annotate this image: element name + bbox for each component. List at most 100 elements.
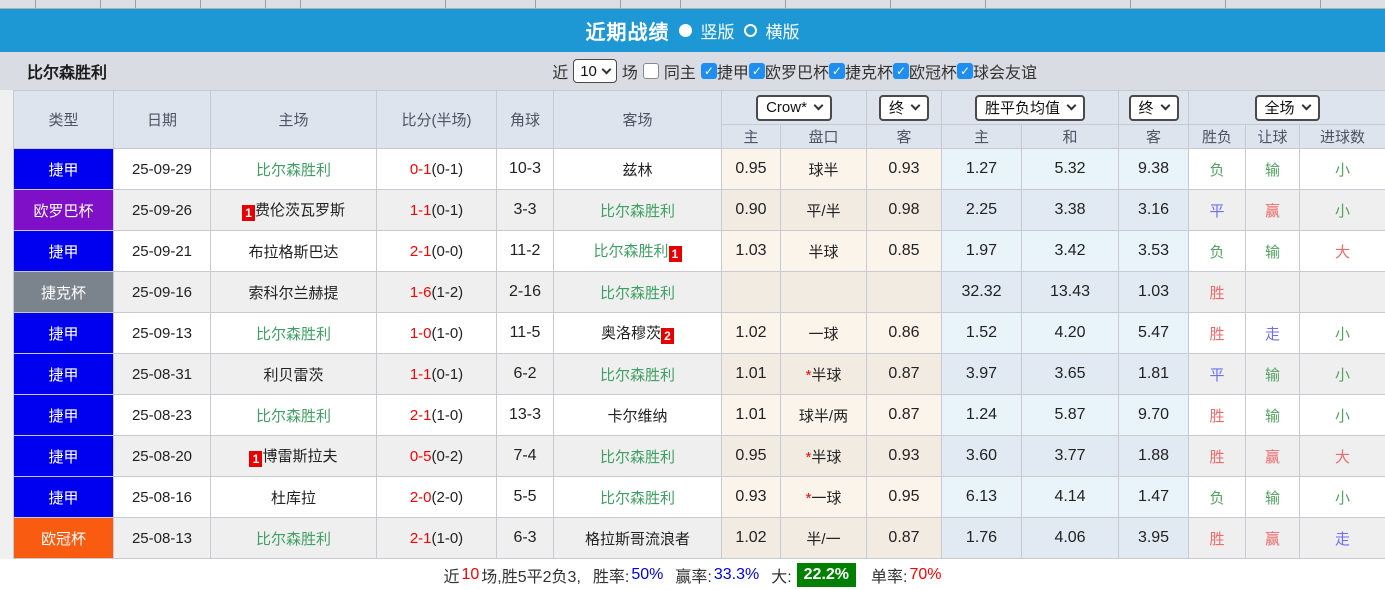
chevron-down-icon xyxy=(1160,100,1170,111)
team-name: 比尔森胜利 xyxy=(255,407,331,425)
away-team-cell: 奥洛穆茨 2 xyxy=(553,312,722,354)
corners-cell: 7-4 xyxy=(496,435,554,477)
bookmaker-select[interactable]: Crow* xyxy=(756,94,832,121)
score-cell: 1-1(0-1) xyxy=(376,353,497,395)
match-date: 25-09-16 xyxy=(113,271,211,313)
checked-checkbox-icon[interactable]: ✓ xyxy=(700,63,717,79)
crow-home-odds: 1.01 xyxy=(721,353,781,395)
table-column-divider xyxy=(200,0,201,8)
checked-checkbox-icon[interactable]: ✓ xyxy=(748,63,765,79)
match-date: 25-09-13 xyxy=(113,312,211,354)
away-team-cell: 兹林 xyxy=(553,148,722,190)
half-time-score: (1-2) xyxy=(431,283,464,301)
mean-odds-select[interactable]: 胜平负均值 xyxy=(975,94,1086,121)
win-rate-value: 50% xyxy=(631,566,664,583)
radio-horizontal-icon[interactable] xyxy=(743,24,757,37)
league-type-badge: 捷克杯 xyxy=(13,271,114,313)
league-type-badge: 捷甲 xyxy=(13,353,114,395)
match-date: 25-08-31 xyxy=(113,353,211,395)
handicap-line: *半球 xyxy=(780,353,867,395)
half-time-score: (1-0) xyxy=(431,529,464,547)
full-time-score: 2-1 xyxy=(409,406,432,424)
big-rate-value: 22.2% xyxy=(796,563,857,587)
red-card-badge: 1 xyxy=(249,451,263,467)
same-home-checkbox[interactable] xyxy=(642,63,659,79)
subcol-goals-result: 进球数 xyxy=(1299,124,1385,149)
team-name: 兹林 xyxy=(622,161,653,179)
crow-away-odds: 0.95 xyxy=(866,476,942,518)
subcol-handicap-result: 让球 xyxy=(1245,124,1301,149)
mean-draw-odds: 3.42 xyxy=(1020,230,1120,272)
bookmaker-time-select[interactable]: 终 xyxy=(878,94,929,121)
corners-cell: 13-3 xyxy=(496,394,554,436)
league-type-badge: 捷甲 xyxy=(13,394,114,436)
summary-prefix: 近 xyxy=(443,569,460,586)
table-row: 欧冠杯 25-08-13 比尔森胜利 2-1(1-0) 6-3 格拉斯哥流浪者 1.02 半/… xyxy=(13,517,1385,559)
away-team-cell: 比尔森胜利 xyxy=(553,189,722,231)
mean-home-odds: 3.97 xyxy=(941,353,1022,395)
checked-checkbox-icon[interactable]: ✓ xyxy=(892,63,909,79)
mean-draw-odds: 4.14 xyxy=(1020,476,1120,518)
handicap-line: 半/一 xyxy=(780,517,867,559)
score-cell: 0-5(0-2) xyxy=(376,435,497,477)
table-column-divider xyxy=(620,0,621,8)
mean-draw-odds: 4.06 xyxy=(1020,517,1120,559)
handicap-line: *半球 xyxy=(780,435,867,477)
win-draw-loss-result: 平 xyxy=(1188,353,1247,395)
away-team-cell: 比尔森胜利 xyxy=(553,353,722,395)
crow-home-odds: 0.95 xyxy=(721,435,781,477)
crow-away-odds: 0.87 xyxy=(866,517,942,559)
crow-home-odds: 1.03 xyxy=(721,230,781,272)
checked-checkbox-icon[interactable]: ✓ xyxy=(828,63,845,79)
crow-away-odds: 0.85 xyxy=(866,230,942,272)
crow-home-odds: 1.01 xyxy=(721,394,781,436)
league-filter-0: ✓ 捷甲 xyxy=(700,59,749,83)
handicap-result: 输 xyxy=(1245,476,1301,518)
team-name: 奥洛穆茨 xyxy=(600,325,661,342)
checked-checkbox-icon[interactable]: ✓ xyxy=(956,63,973,79)
table-row: 捷甲 25-08-31 利贝雷茨 1-1(0-1) 6-2 比尔森胜利 1.01 *半球 0.8… xyxy=(13,353,1385,395)
col-header-type: 类型 xyxy=(13,90,114,149)
table-column-divider xyxy=(1130,0,1131,8)
win-draw-loss-result: 胜 xyxy=(1188,517,1247,559)
corners-cell: 3-3 xyxy=(496,189,554,231)
mean-draw-odds: 5.87 xyxy=(1020,394,1120,436)
mean-away-odds: 9.70 xyxy=(1118,394,1190,436)
mean-home-odds: 1.27 xyxy=(941,148,1022,190)
subcol-handicap: 盘口 xyxy=(780,124,867,149)
red-card-badge: 1 xyxy=(241,205,255,221)
full-time-score: 2-1 xyxy=(409,529,432,547)
away-team-cell: 卡尔维纳 xyxy=(553,394,722,436)
crow-away-odds: 0.87 xyxy=(866,353,942,395)
goals-result: 走 xyxy=(1299,517,1385,559)
crow-away-odds: 0.93 xyxy=(866,435,942,477)
handicap-star: * xyxy=(805,366,812,384)
table-row: 捷甲 25-08-20 1 博雷斯拉夫 0-5(0-2) 7-4 比尔森胜利 0.95 *半球 0… xyxy=(13,435,1385,477)
table-row: 捷甲 25-09-21 布拉格斯巴达 2-1(0-0) 11-2 比尔森胜利 1 1.03 半球… xyxy=(13,230,1385,272)
radio-vertical-selected-icon[interactable] xyxy=(678,24,692,37)
full-time-score: 2-0 xyxy=(409,488,432,506)
league-type-badge: 捷甲 xyxy=(13,230,114,272)
half-time-score: (0-0) xyxy=(431,242,464,260)
goals-result: 大 xyxy=(1299,230,1385,272)
bookmaker-time-value: 终 xyxy=(888,99,904,117)
team-name: 利贝雷茨 xyxy=(263,366,324,384)
home-team-cell: 比尔森胜利 xyxy=(210,148,377,190)
chevron-down-icon xyxy=(813,100,824,111)
table-column-divider xyxy=(1320,0,1321,8)
league-filter-4: ✓ 球会友谊 xyxy=(956,59,1037,83)
score-cell: 2-0(2-0) xyxy=(376,476,497,518)
near-label: 近 xyxy=(552,65,569,82)
chevron-down-icon xyxy=(601,64,612,75)
handicap-result: 输 xyxy=(1245,148,1301,190)
crow-away-odds: 0.86 xyxy=(866,312,942,354)
table-row: 捷甲 25-09-29 比尔森胜利 0-1(0-1) 10-3 兹林 0.95 球半 0.93 1… xyxy=(13,148,1385,190)
mean-time-select[interactable]: 终 xyxy=(1128,94,1179,121)
match-count-select[interactable]: 10 xyxy=(573,59,617,83)
crow-away-odds: 0.93 xyxy=(866,148,942,190)
radio-horizontal-label[interactable]: 横版 xyxy=(766,18,800,43)
home-team-cell: 1 博雷斯拉夫 xyxy=(210,435,377,477)
radio-vertical-label[interactable]: 竖版 xyxy=(701,18,735,43)
scope-select[interactable]: 全场 xyxy=(1254,94,1320,121)
table-column-divider xyxy=(100,0,101,8)
